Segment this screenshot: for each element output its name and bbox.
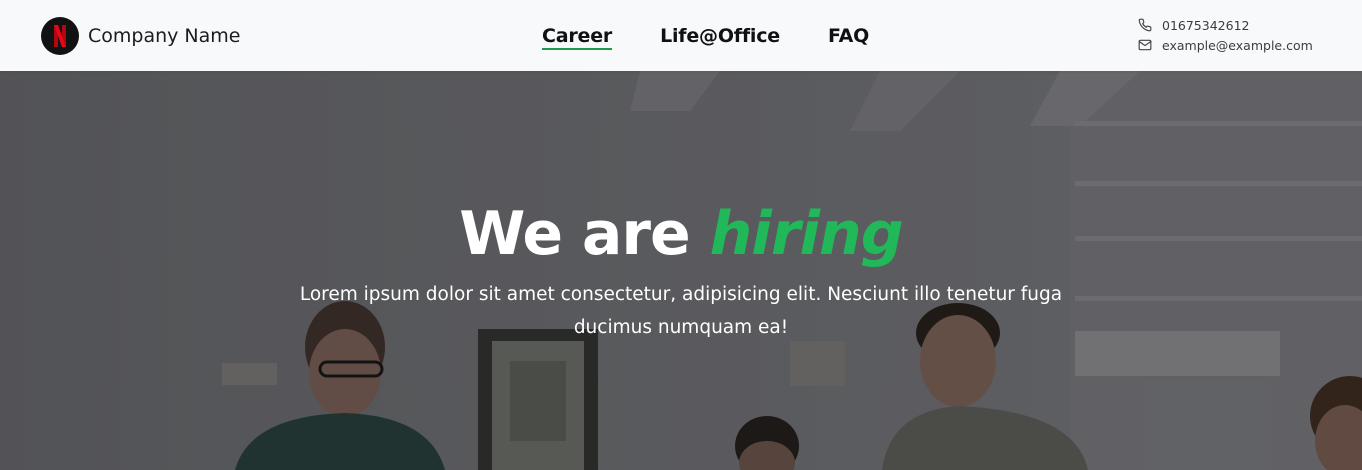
logo-n-mark: [54, 25, 66, 47]
logo-icon[interactable]: [41, 17, 79, 55]
company-name[interactable]: Company Name: [88, 25, 240, 47]
hero-section: We are hiring Lorem ipsum dolor sit amet…: [0, 71, 1362, 470]
nav-item-faq[interactable]: FAQ: [828, 0, 869, 71]
hero-subtitle: Lorem ipsum dolor sit amet consectetur, …: [299, 284, 1063, 338]
nav-item-life-office[interactable]: Life@Office: [660, 0, 780, 71]
site-header: Company Name Career Life@Office FAQ 0167…: [0, 0, 1362, 71]
hero-title-accent: hiring: [709, 199, 904, 269]
phone-icon: [1138, 18, 1152, 32]
contact-phone[interactable]: 01675342612: [1138, 15, 1313, 35]
contact-info: 01675342612 example@example.com: [1138, 15, 1313, 55]
brand[interactable]: Company Name: [41, 17, 240, 55]
main-nav: Career Life@Office FAQ: [542, 0, 917, 71]
phone-number[interactable]: 01675342612: [1162, 18, 1249, 33]
hero-title: We are hiring: [0, 199, 1362, 269]
contact-email[interactable]: example@example.com: [1138, 35, 1313, 55]
mail-icon: [1138, 38, 1152, 52]
hero-dark-overlay: [0, 71, 1362, 470]
hero-title-prefix: We are: [459, 199, 690, 269]
email-address[interactable]: example@example.com: [1162, 38, 1313, 53]
nav-item-career[interactable]: Career: [542, 0, 612, 71]
